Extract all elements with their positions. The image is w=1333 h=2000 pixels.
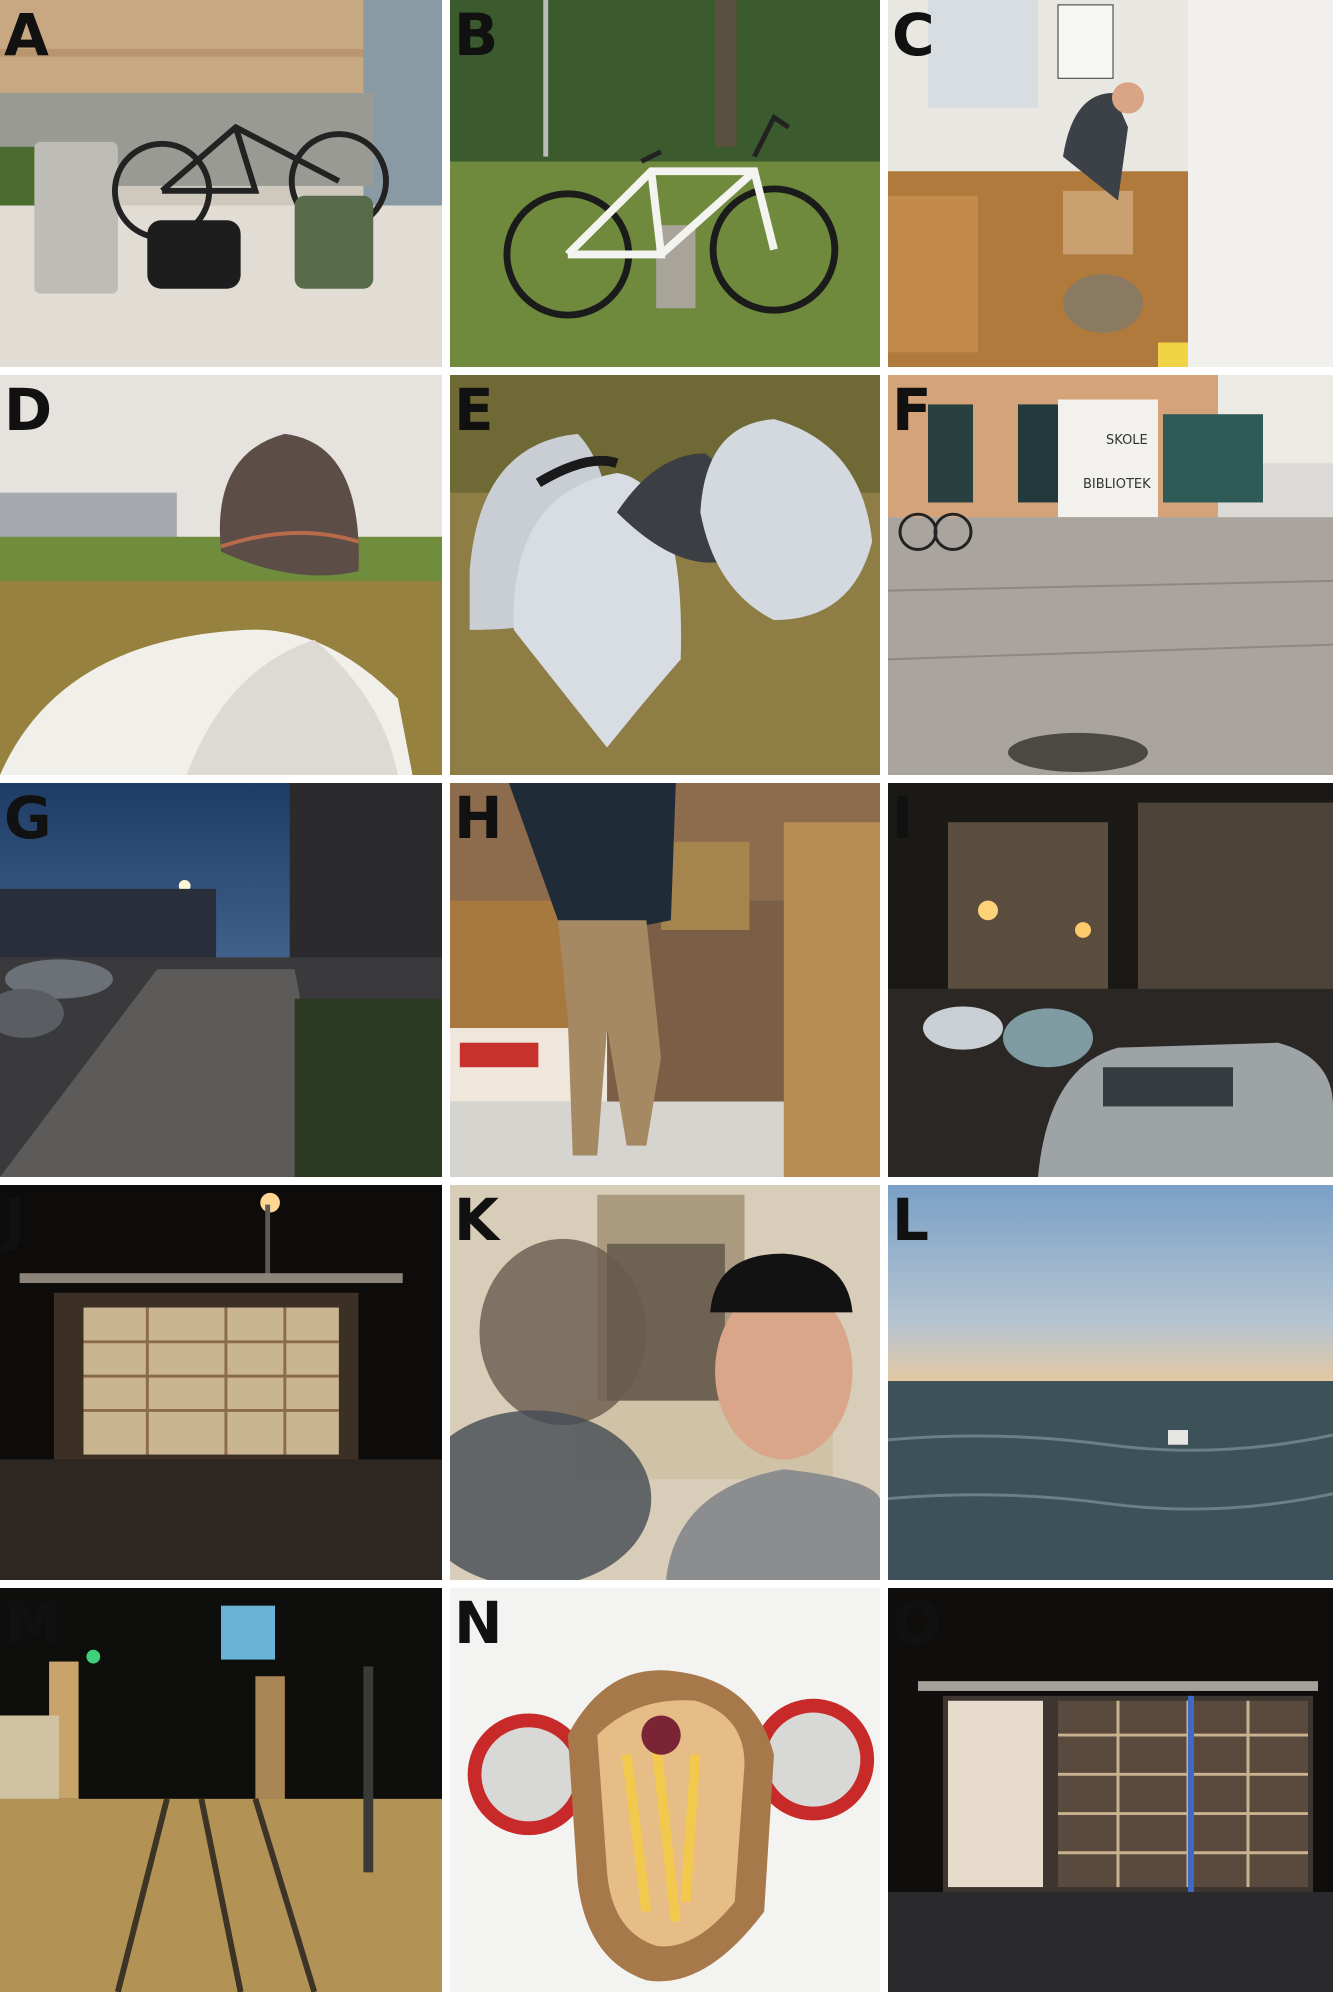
panel-l: L [888, 1185, 1333, 1588]
panel-label: H [454, 784, 503, 852]
selfie-photo [450, 1185, 880, 1580]
panel-label: L [892, 1186, 929, 1254]
panel-label: D [4, 376, 53, 444]
school-sign: SKOLE [1106, 433, 1148, 448]
library-sign: BIBLIOTEK [1083, 477, 1151, 492]
panel-label: B [454, 1, 499, 69]
panel-label: N [454, 1589, 503, 1657]
man-packing-photo [888, 0, 1333, 367]
falafel-and-cans-photo [450, 1588, 880, 1992]
panel-label: O [892, 1589, 942, 1657]
panel-f: SKOLE BIBLIOTEK F [888, 375, 1333, 783]
panel-i: I [888, 783, 1333, 1185]
panel-o: O [888, 1588, 1333, 2000]
railway-tracks-photo [0, 1588, 442, 1992]
bakery-shop-photo [450, 783, 880, 1177]
panel-d: D [0, 375, 450, 783]
panel-label: E [454, 376, 494, 444]
panel-a: A [0, 0, 450, 375]
panel-label: C [892, 1, 935, 69]
rock-and-bags-photo [0, 375, 442, 775]
panel-c: C [888, 0, 1333, 375]
panel-label: F [892, 376, 932, 444]
book-shelter-photo [0, 1185, 442, 1580]
panel-h: H [450, 783, 888, 1185]
photo-grid: A B C D E SKOLE BIBLIOTEK F G H I J K L … [0, 0, 1333, 2000]
panel-label: A [4, 1, 49, 69]
road-bike-photo [450, 0, 880, 367]
panel-label: M [4, 1589, 62, 1657]
panel-b: B [450, 0, 888, 375]
lit-book-shelter-photo [888, 1588, 1333, 1992]
panel-g: G [0, 783, 450, 1185]
sea-sunset-photo [888, 1185, 1333, 1580]
panel-n: N [450, 1588, 888, 2000]
bags-in-plastic-photo [450, 375, 880, 775]
bicycle-with-bags-photo [0, 0, 442, 367]
panel-label: I [892, 784, 914, 852]
street-dusk-photo [0, 783, 442, 1177]
night-street-photo [888, 783, 1333, 1177]
panel-j: J [0, 1185, 450, 1588]
panel-m: M [0, 1588, 450, 2000]
panel-label: G [4, 784, 52, 852]
panel-k: K [450, 1185, 888, 1588]
panel-e: E [450, 375, 888, 783]
panel-label: K [454, 1186, 499, 1254]
panel-label: J [4, 1186, 26, 1254]
